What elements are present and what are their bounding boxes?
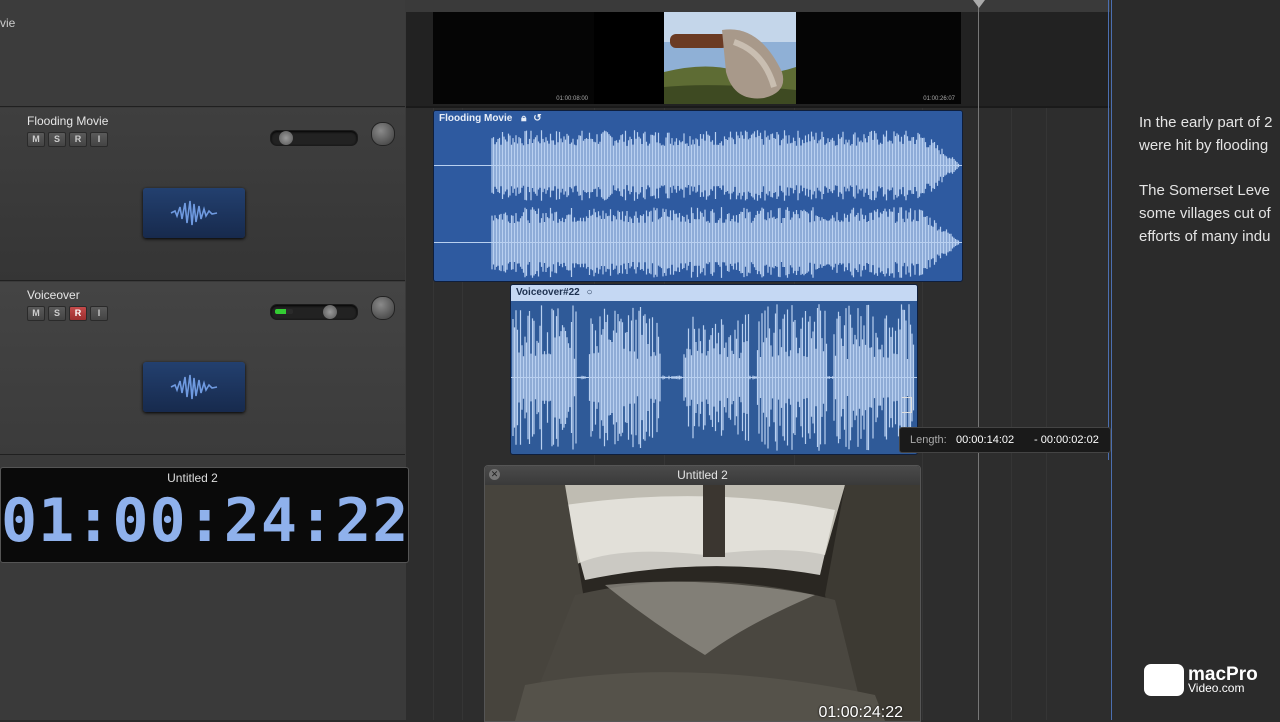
notes-panel[interactable]: In the early part of 2 were hit by flood… — [1111, 0, 1280, 720]
resize-cursor-icon — [902, 397, 912, 413]
tooltip-length: 00:00:14:02 — [956, 434, 1015, 446]
input-monitor-button[interactable]: I — [90, 132, 108, 147]
pan-knob[interactable] — [371, 296, 395, 320]
loop-icon: ↺ — [533, 113, 542, 124]
region-name: Flooding Movie — [439, 113, 513, 124]
lcd-timecode: 01:00:24:22 — [1, 486, 410, 556]
grid-line — [1011, 12, 1012, 720]
waveform — [511, 304, 917, 451]
movie-track-lane[interactable]: 01:00:08:00 01:00:26:07 — [406, 12, 1110, 106]
tooltip-delta: - 00:00:02:02 — [1034, 434, 1099, 446]
logo-text: macPro — [1188, 663, 1258, 685]
movie-window-title[interactable]: Untitled 2 — [485, 466, 920, 485]
waveform — [434, 130, 962, 278]
record-enable-button[interactable]: R — [69, 306, 87, 321]
audio-region-voiceover[interactable]: Voiceover#22 ○ — [510, 284, 918, 455]
solo-button[interactable]: S — [48, 306, 66, 321]
level-meter — [275, 309, 293, 314]
mute-button[interactable]: M — [27, 132, 45, 147]
notes-text: some villages cut of — [1139, 205, 1271, 222]
region-header: Voiceover#22 ○ — [511, 285, 917, 301]
notes-text: were hit by flooding — [1139, 137, 1269, 154]
playhead-handle[interactable] — [973, 0, 985, 8]
video-frame: 01:00:24:22 — [485, 485, 920, 721]
movie-thumbnail: 01:00:08:00 — [433, 12, 594, 104]
thumbnail-timecode: 01:00:26:07 — [923, 96, 955, 102]
movie-thumbnail — [594, 12, 664, 104]
length-tooltip: Length: 00:00:14:02 - 00:00:02:02 — [899, 427, 1111, 453]
track-buttons: M S R I — [27, 132, 108, 147]
movie-track-name: vie — [0, 16, 16, 30]
notes-text: efforts of many indu — [1139, 228, 1271, 245]
video-timecode: 01:00:24:22 — [818, 704, 903, 721]
volume-knob[interactable] — [279, 131, 293, 145]
mute-button[interactable]: M — [27, 306, 45, 321]
lane-separator — [406, 106, 1110, 108]
close-icon[interactable]: ✕ — [489, 469, 500, 480]
grid-line — [1046, 12, 1047, 720]
region-name: Voiceover#22 — [516, 287, 580, 298]
pan-knob[interactable] — [371, 122, 395, 146]
thumbnail-timecode: 01:00:08:00 — [556, 96, 588, 102]
track-headers: vie Flooding Movie M S R I Voiceover M S… — [0, 0, 407, 720]
lock-icon: 🔒︎ — [521, 113, 527, 124]
voiceover-track-name: Voiceover — [27, 288, 80, 302]
logo-mark-icon — [1144, 664, 1184, 696]
audio-region-flooding-movie[interactable]: Flooding Movie 🔒︎ ↺ — [433, 110, 963, 282]
voiceover-track-header[interactable]: Voiceover M S R I — [0, 282, 405, 455]
record-enable-button[interactable]: R — [69, 132, 87, 147]
movie-thumbnail — [664, 12, 796, 104]
movie-track-header[interactable]: vie — [0, 0, 405, 107]
tooltip-label: Length: — [910, 434, 947, 446]
volume-slider[interactable] — [270, 130, 358, 146]
lcd-title: Untitled 2 — [167, 471, 218, 485]
movie-thumbnail: 01:00:26:07 — [796, 12, 961, 104]
flooding-track-header[interactable]: Flooding Movie M S R I — [0, 108, 405, 281]
input-monitor-button[interactable]: I — [90, 306, 108, 321]
audio-track-icon — [143, 188, 245, 238]
solo-button[interactable]: S — [48, 132, 66, 147]
track-buttons: M S R I — [27, 306, 108, 321]
playhead[interactable] — [978, 0, 979, 720]
volume-slider[interactable] — [270, 304, 358, 320]
macprovideo-logo: macPro Video.com — [1144, 664, 1258, 696]
movie-window[interactable]: Untitled 2 ✕ 01:00:24:22 — [484, 465, 921, 722]
audio-track-icon — [143, 362, 245, 412]
region-header: Flooding Movie 🔒︎ ↺ — [434, 111, 962, 127]
notes-text: The Somerset Leve — [1139, 182, 1270, 199]
notes-text: In the early part of 2 — [1139, 114, 1273, 131]
lcd-display[interactable]: Untitled 2 01:00:24:22 — [0, 467, 409, 563]
flooding-track-name: Flooding Movie — [27, 114, 109, 128]
loop-icon: ○ — [586, 287, 593, 298]
volume-knob[interactable] — [323, 305, 337, 319]
project-end-marker — [1108, 0, 1109, 460]
